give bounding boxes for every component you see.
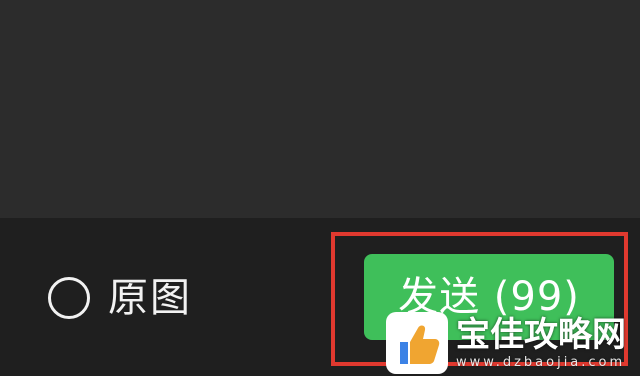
original-image-label: 原图 xyxy=(108,275,192,321)
original-image-toggle[interactable]: 原图 xyxy=(48,272,192,324)
watermark: 宝佳攻略网 www.dzbaojia.com xyxy=(386,310,640,376)
thumbs-up-icon xyxy=(386,312,448,374)
watermark-site-name: 宝佳攻略网 xyxy=(456,315,626,355)
watermark-text: 宝佳攻略网 www.dzbaojia.com xyxy=(456,315,626,371)
watermark-url: www.dzbaojia.com xyxy=(456,355,626,370)
image-picker-screen: 原图 发送 (99) 宝佳攻略网 www.dzbaojia.com xyxy=(0,0,640,376)
image-preview-area xyxy=(0,0,640,218)
radio-unchecked-icon[interactable] xyxy=(48,277,90,319)
